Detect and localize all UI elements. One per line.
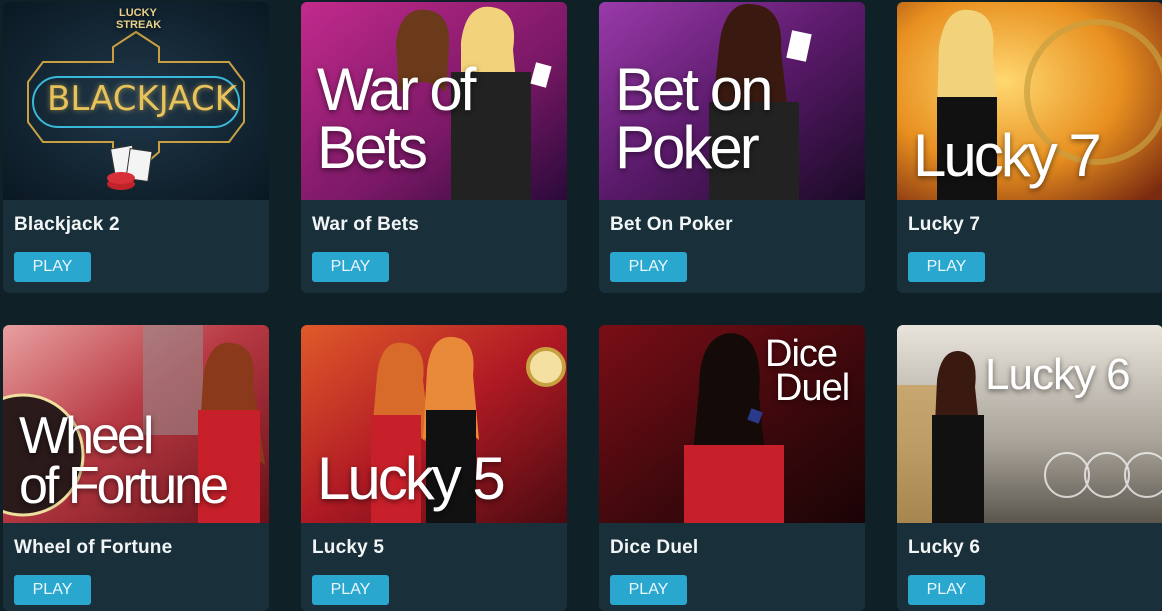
- play-button[interactable]: PLAY: [14, 575, 91, 605]
- game-title: Lucky 5: [312, 537, 385, 558]
- game-title: Blackjack 2: [14, 214, 120, 235]
- logo-lucky: LUCKY: [119, 7, 157, 19]
- game-card: Bet on Poker Bet On Poker PLAY: [599, 2, 865, 293]
- game-card: War of Bets War of Bets PLAY: [301, 2, 567, 293]
- art-line-2: of Fortune: [19, 457, 229, 515]
- art-line-2: Poker: [615, 114, 760, 181]
- game-card: Lucky 5 Lucky 5 PLAY: [301, 325, 567, 611]
- art-line-1: Lucky 5: [317, 445, 506, 512]
- game-thumbnail-lucky-5[interactable]: Lucky 5: [301, 325, 567, 523]
- play-button[interactable]: PLAY: [610, 575, 687, 605]
- game-title: Lucky 6: [908, 537, 981, 558]
- play-button[interactable]: PLAY: [908, 575, 985, 605]
- game-title: Bet On Poker: [610, 214, 733, 235]
- play-button[interactable]: PLAY: [610, 252, 687, 282]
- play-button[interactable]: PLAY: [312, 575, 389, 605]
- art-line-1: Bet on: [615, 56, 773, 123]
- game-thumbnail-dice-duel[interactable]: Dice Duel: [599, 325, 865, 523]
- game-thumbnail-bet-on-poker[interactable]: Bet on Poker: [599, 2, 865, 200]
- art-line-2: Duel: [775, 367, 850, 409]
- game-card: Lucky 7 Lucky 7 PLAY: [897, 2, 1162, 293]
- game-title: Wheel of Fortune: [14, 537, 173, 558]
- game-title: Dice Duel: [610, 537, 699, 558]
- game-card: LUCKY STREAK BLACKJACK Blackjack 2 PLAY: [3, 2, 269, 293]
- game-thumbnail-lucky-7[interactable]: Lucky 7: [897, 2, 1162, 200]
- game-thumbnail-blackjack-2[interactable]: LUCKY STREAK BLACKJACK: [3, 2, 269, 200]
- logo-blackjack: BLACKJACK: [47, 79, 237, 119]
- art-line-1: War of: [317, 56, 476, 123]
- game-thumbnail-lucky-6[interactable]: Lucky 6: [897, 325, 1162, 523]
- art-line-1: Wheel: [19, 407, 154, 465]
- play-button[interactable]: PLAY: [14, 252, 91, 282]
- play-button[interactable]: PLAY: [908, 252, 985, 282]
- game-card: Dice Duel Dice Duel PLAY: [599, 325, 865, 611]
- art-line-1: Lucky 6: [985, 350, 1131, 399]
- game-card: Wheel of Fortune Wheel of Fortune PLAY: [3, 325, 269, 611]
- logo-streak: STREAK: [116, 19, 162, 31]
- game-title: Lucky 7: [908, 214, 981, 235]
- game-thumbnail-war-of-bets[interactable]: War of Bets: [301, 2, 567, 200]
- game-card: Lucky 6 Lucky 6 PLAY: [897, 325, 1162, 611]
- game-thumbnail-wheel-of-fortune[interactable]: Wheel of Fortune: [3, 325, 269, 523]
- game-grid: LUCKY STREAK BLACKJACK Blackjack 2 PLAY: [0, 0, 1162, 611]
- game-title: War of Bets: [312, 214, 420, 235]
- play-button[interactable]: PLAY: [312, 252, 389, 282]
- art-line-1: Lucky 7: [913, 122, 1102, 189]
- art-line-2: Bets: [317, 114, 428, 181]
